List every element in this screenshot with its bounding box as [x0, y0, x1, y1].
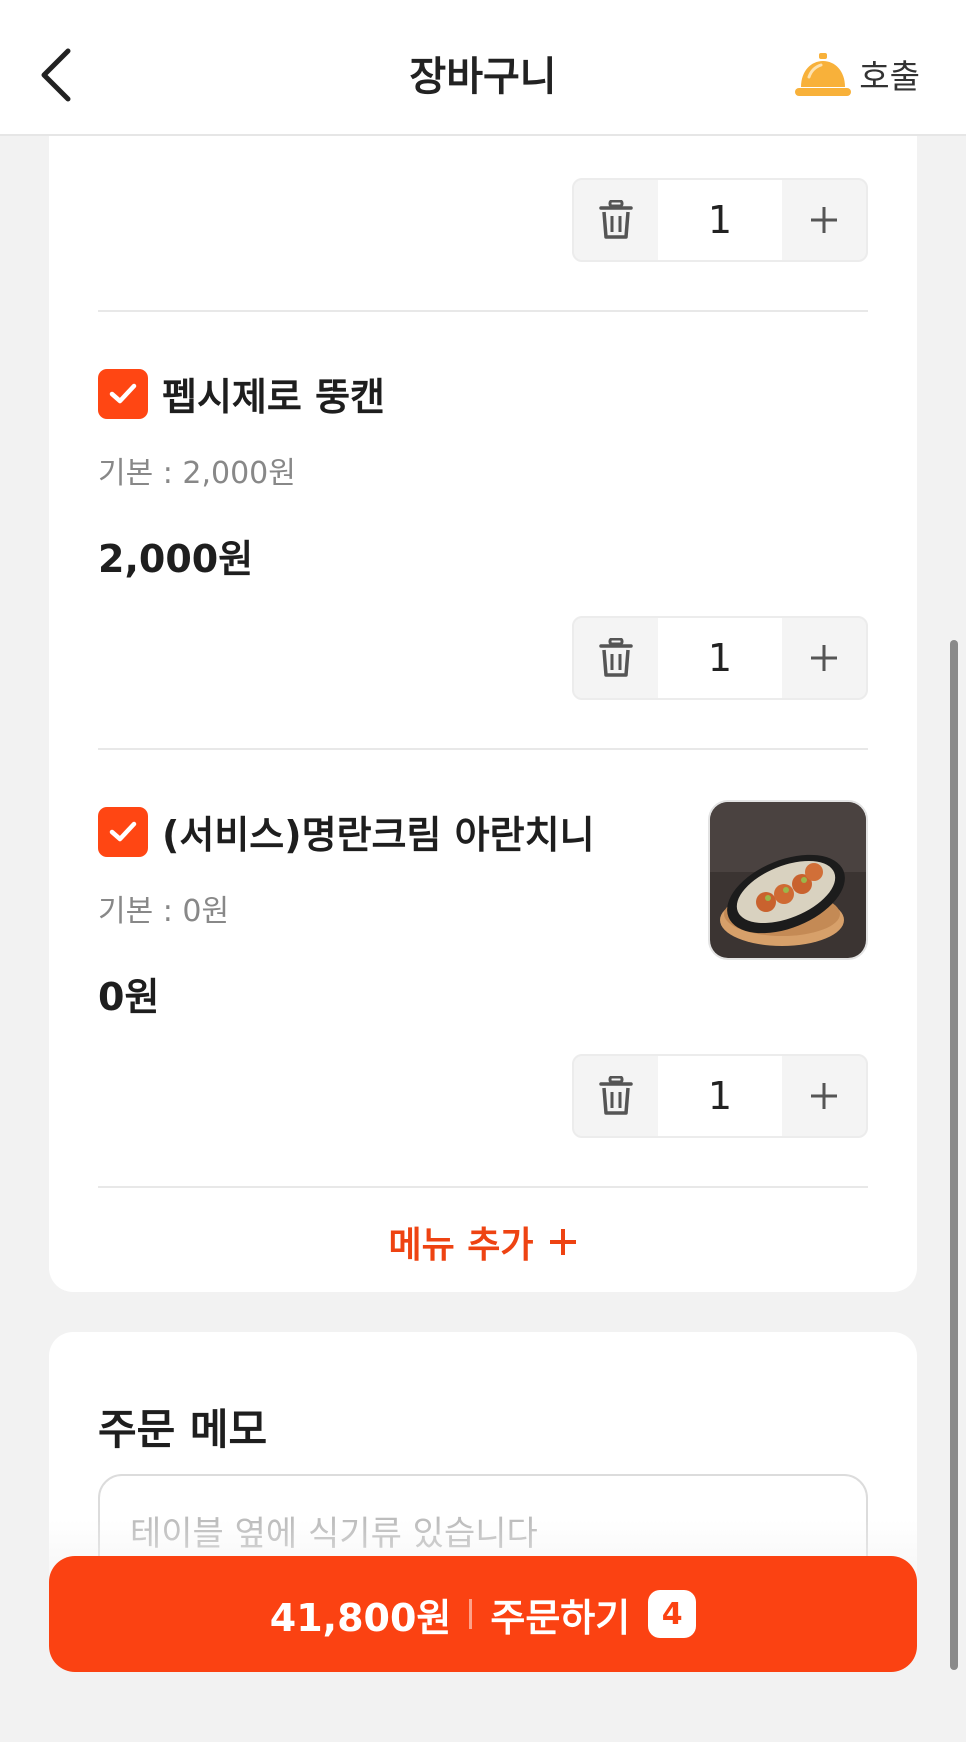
- check-icon: [109, 821, 137, 841]
- item-checkbox[interactable]: [98, 368, 148, 419]
- item-base-price: 기본 : 2,000원: [98, 456, 296, 491]
- order-separator: [469, 1599, 473, 1629]
- add-menu-button[interactable]: 메뉴 추가: [49, 1216, 917, 1268]
- quantity-stepper: 1: [572, 616, 868, 700]
- order-count-badge: 4: [648, 1590, 697, 1638]
- service-bell-icon: [795, 53, 852, 96]
- cart-items-card: 1 펩시제로 뚱캔 기본 : 2,000원 2,000원 1 (서비스)명란크림…: [49, 100, 917, 1292]
- item-base-price: 기본 : 0원: [98, 894, 230, 929]
- food-image: [710, 802, 866, 958]
- item-checkbox[interactable]: [98, 806, 148, 857]
- memo-title: 주문 메모: [98, 1405, 268, 1454]
- cart-item-header: 펩시제로 뚱캔: [98, 366, 385, 421]
- quantity-value: 1: [658, 618, 782, 698]
- delete-button[interactable]: [574, 1056, 658, 1136]
- trash-icon: [599, 1076, 633, 1115]
- plus-icon: [811, 207, 837, 233]
- quantity-stepper: 1: [572, 178, 868, 262]
- add-menu-label: 메뉴 추가: [388, 1225, 534, 1266]
- trash-icon: [599, 200, 633, 239]
- increase-button[interactable]: [782, 618, 866, 698]
- quantity-stepper: 1: [572, 1054, 868, 1138]
- increase-button[interactable]: [782, 1056, 866, 1136]
- item-price: 2,000원: [98, 537, 254, 581]
- call-staff-button[interactable]: 호출: [795, 46, 920, 102]
- plus-icon: [811, 645, 837, 671]
- plus-icon: [811, 1083, 837, 1109]
- delete-button[interactable]: [574, 180, 658, 260]
- divider: [98, 1186, 868, 1188]
- order-label: 주문하기: [490, 1595, 631, 1640]
- increase-button[interactable]: [782, 180, 866, 260]
- divider: [98, 748, 868, 750]
- divider: [98, 310, 868, 312]
- trash-icon: [599, 638, 633, 677]
- plus-icon: [549, 1229, 576, 1255]
- order-total: 41,800원: [269, 1595, 452, 1640]
- item-price: 0원: [98, 975, 160, 1019]
- scrollbar[interactable]: [950, 640, 958, 1670]
- quantity-value: 1: [658, 180, 782, 260]
- top-app-bar: 장바구니 호출: [0, 0, 966, 136]
- delete-button[interactable]: [574, 618, 658, 698]
- item-name: 펩시제로 뚱캔: [162, 375, 385, 419]
- item-name: (서비스)명란크림 아란치니: [162, 813, 595, 857]
- item-thumbnail[interactable]: [708, 800, 868, 960]
- order-button[interactable]: 41,800원 주문하기 4: [49, 1556, 917, 1672]
- check-icon: [109, 383, 137, 403]
- quantity-value: 1: [658, 1056, 782, 1136]
- cart-item-header: (서비스)명란크림 아란치니: [98, 804, 595, 859]
- call-label: 호출: [859, 57, 920, 96]
